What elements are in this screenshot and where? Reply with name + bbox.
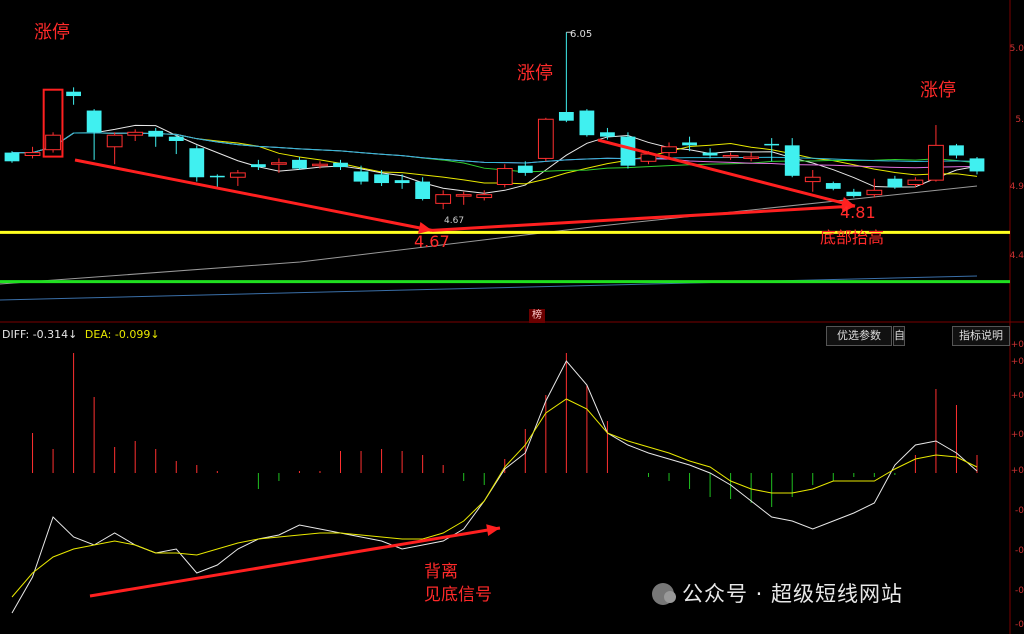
candle-body xyxy=(682,142,697,146)
candle-body xyxy=(764,143,780,146)
price-axis-label: 4.9 xyxy=(1009,182,1024,192)
divergence-arrow-head xyxy=(486,524,500,537)
price-axis-label: 5.0 xyxy=(1009,44,1024,54)
candle-body xyxy=(148,130,164,137)
candle-body xyxy=(333,162,348,168)
diff-line xyxy=(11,360,978,614)
macd-axis-label: -0 xyxy=(1015,620,1024,630)
candle-body xyxy=(558,112,574,121)
indicator-help-button[interactable]: 指标说明 xyxy=(952,326,1010,346)
high-price-label: 6.05 xyxy=(570,29,593,40)
candle-body xyxy=(804,176,821,183)
select-params-button[interactable]: 优选参数 xyxy=(826,326,892,346)
candle-body xyxy=(537,118,554,159)
candle-body xyxy=(353,171,369,182)
candle-body xyxy=(887,178,903,188)
rising-bottom-label: 底部抬高 xyxy=(820,228,885,247)
candle-body xyxy=(496,168,513,186)
divergence-label: 背离 xyxy=(424,562,458,582)
low-small-label: 4.67 xyxy=(444,216,465,226)
trend-arrow-3 xyxy=(597,138,856,208)
trend-arrow-1 xyxy=(74,158,433,232)
limit-up-label-1: 涨停 xyxy=(34,22,70,43)
candle-body xyxy=(579,110,595,136)
diff-value: DIFF: -0.314↓ xyxy=(2,328,78,341)
candle-body xyxy=(435,194,452,204)
macd-axis-label: -0 xyxy=(1015,586,1024,596)
candle-body xyxy=(661,146,677,154)
macd-axis-label: +0 xyxy=(1010,466,1024,476)
candle-body xyxy=(928,144,944,181)
macd-axis-label: +0 xyxy=(1010,430,1024,440)
candle-body xyxy=(106,134,123,148)
trend-arrow-2 xyxy=(431,204,856,232)
candle-body xyxy=(415,181,431,199)
indicator-readout: DIFF: -0.314↓ DEA: -0.099↓ xyxy=(2,328,160,341)
dea-line xyxy=(11,398,978,598)
candle-body xyxy=(127,131,144,136)
candle-body xyxy=(866,189,883,196)
candle-body xyxy=(86,110,102,133)
candle-body xyxy=(66,91,81,97)
candle-body xyxy=(455,194,472,197)
limit-up-label-3: 涨停 xyxy=(920,80,956,101)
limit-up-label-2: 涨停 xyxy=(517,63,553,84)
candle-body xyxy=(209,175,225,178)
candle-body xyxy=(846,191,862,197)
candle-body xyxy=(394,180,410,184)
candle-body xyxy=(949,145,964,156)
ma60-line xyxy=(12,132,978,164)
candle-body xyxy=(250,164,266,168)
dea-value: DEA: -0.099↓ xyxy=(84,328,160,341)
watermark: 公众号 · 超级短线网站 xyxy=(652,578,903,608)
chart-canvas xyxy=(0,0,1024,634)
candle-body xyxy=(4,152,20,162)
bottom-signal-label: 见底信号 xyxy=(424,585,492,605)
low-price-label-2: 4.81 xyxy=(840,203,876,222)
candle-body xyxy=(45,134,61,151)
candle-body xyxy=(969,158,985,172)
candle-body xyxy=(312,163,328,167)
candle-body xyxy=(702,152,718,156)
candle-body xyxy=(743,156,760,159)
small-toggle-button[interactable]: 自 xyxy=(893,326,905,346)
candle-body xyxy=(600,132,615,137)
candle-body xyxy=(620,136,636,166)
candle-body xyxy=(189,148,205,178)
candle-body xyxy=(229,172,246,178)
candle-body xyxy=(24,152,41,157)
ma250-line xyxy=(0,275,978,301)
candle-body xyxy=(476,194,493,199)
macd-axis-label: +0 xyxy=(1010,357,1024,367)
candle-body xyxy=(271,162,287,165)
candle-body xyxy=(722,155,739,158)
price-axis-label: 5. xyxy=(1015,115,1024,125)
candle-body xyxy=(784,145,800,176)
macd-axis-label: +0 xyxy=(1010,391,1024,401)
ranking-tab[interactable]: 榜 xyxy=(529,309,545,323)
candle-body xyxy=(907,179,924,185)
candle-body xyxy=(292,159,307,169)
macd-axis-label: -0 xyxy=(1015,506,1024,516)
low-price-label-1: 4.67 xyxy=(414,232,450,251)
macd-axis-label: -0 xyxy=(1015,546,1024,556)
ma20-line xyxy=(12,132,978,173)
price-axis-label: 4.4 xyxy=(1009,251,1024,261)
candle-body xyxy=(374,174,389,184)
macd-axis-label: +0 xyxy=(1010,340,1024,350)
candle-body xyxy=(517,165,533,173)
candle-body xyxy=(825,183,841,189)
watermark-text: 公众号 · 超级短线网站 xyxy=(682,582,904,606)
candle-body xyxy=(168,136,184,141)
wechat-icon xyxy=(652,583,676,605)
